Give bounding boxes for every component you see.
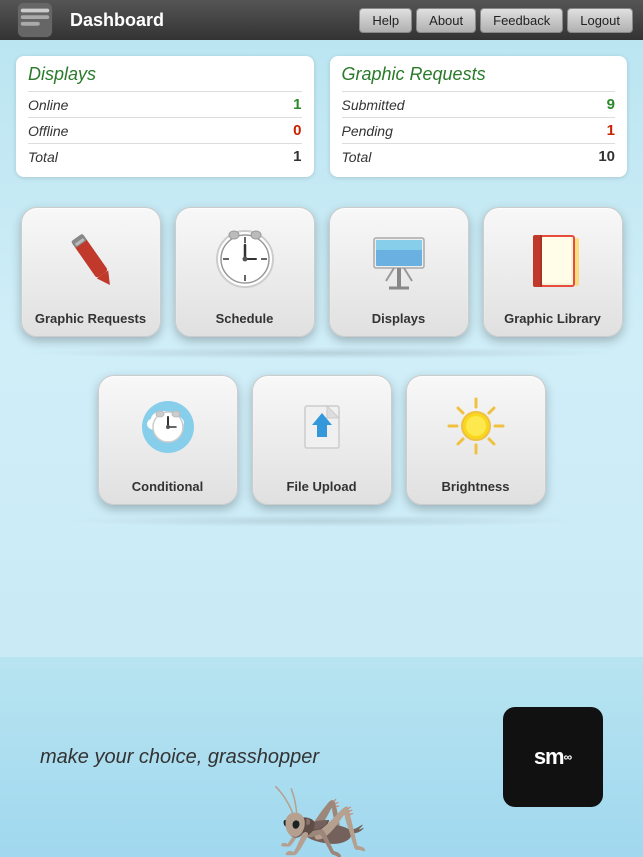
graphic-requests-title: Graphic Requests bbox=[342, 64, 616, 85]
page-title: Dashboard bbox=[70, 10, 359, 31]
displays-total-row: Total 1 bbox=[28, 143, 302, 169]
tile-displays[interactable]: Displays bbox=[329, 207, 469, 337]
tile-graphic-requests-label: Graphic Requests bbox=[35, 311, 146, 326]
gr-submitted-value: 9 bbox=[607, 96, 615, 113]
bottom-area: make your choice, grasshopper sm∞ 🦗 bbox=[0, 657, 643, 857]
gr-submitted-row: Submitted 9 bbox=[342, 91, 616, 117]
sm-logo: sm∞ bbox=[503, 707, 603, 807]
gr-pending-value: 1 bbox=[607, 122, 615, 139]
tiles-row-2: Conditional File Upload bbox=[0, 375, 643, 505]
displays-stats: Displays Online 1 Offline 0 Total 1 bbox=[16, 56, 314, 177]
row1-shadow bbox=[20, 347, 623, 359]
billboard-icon bbox=[359, 220, 439, 295]
tagline: make your choice, grasshopper bbox=[40, 746, 319, 769]
logout-button[interactable]: Logout bbox=[567, 8, 633, 33]
header: Dashboard Help About Feedback Logout bbox=[0, 0, 643, 40]
tile-brightness[interactable]: Brightness bbox=[406, 375, 546, 505]
gr-pending-row: Pending 1 bbox=[342, 117, 616, 143]
grasshopper-image: 🦗 bbox=[272, 777, 372, 857]
gr-total-label: Total bbox=[342, 149, 372, 165]
displays-online-value: 1 bbox=[293, 96, 301, 113]
tile-graphic-library[interactable]: Graphic Library bbox=[483, 207, 623, 337]
nav-buttons: Help About Feedback Logout bbox=[359, 8, 633, 33]
displays-offline-row: Offline 0 bbox=[28, 117, 302, 143]
about-button[interactable]: About bbox=[416, 8, 476, 33]
graphic-requests-stats: Graphic Requests Submitted 9 Pending 1 T… bbox=[330, 56, 628, 177]
gr-total-row: Total 10 bbox=[342, 143, 616, 169]
tile-schedule[interactable]: Schedule bbox=[175, 207, 315, 337]
tile-file-upload[interactable]: File Upload bbox=[252, 375, 392, 505]
feedback-button[interactable]: Feedback bbox=[480, 8, 563, 33]
displays-total-value: 1 bbox=[293, 148, 301, 165]
upload-icon bbox=[282, 388, 362, 463]
displays-offline-label: Offline bbox=[28, 123, 68, 139]
displays-online-label: Online bbox=[28, 97, 68, 113]
clock-icon bbox=[205, 220, 285, 295]
gr-total-value: 10 bbox=[598, 148, 615, 165]
pen-icon bbox=[51, 220, 131, 295]
tile-graphic-requests[interactable]: Graphic Requests bbox=[21, 207, 161, 337]
book-icon bbox=[513, 220, 593, 295]
conditional-clock-icon bbox=[128, 388, 208, 463]
tile-brightness-label: Brightness bbox=[442, 479, 510, 494]
tile-displays-label: Displays bbox=[372, 311, 425, 326]
gr-pending-label: Pending bbox=[342, 123, 393, 139]
displays-title: Displays bbox=[28, 64, 302, 85]
help-button[interactable]: Help bbox=[359, 8, 412, 33]
gr-submitted-label: Submitted bbox=[342, 97, 405, 113]
tile-conditional-label: Conditional bbox=[132, 479, 204, 494]
tile-conditional[interactable]: Conditional bbox=[98, 375, 238, 505]
stats-area: Displays Online 1 Offline 0 Total 1 Grap… bbox=[0, 40, 643, 187]
tile-file-upload-label: File Upload bbox=[286, 479, 356, 494]
tile-schedule-label: Schedule bbox=[216, 311, 274, 326]
displays-total-label: Total bbox=[28, 149, 58, 165]
displays-online-row: Online 1 bbox=[28, 91, 302, 117]
displays-offline-value: 0 bbox=[293, 122, 301, 139]
sun-icon bbox=[436, 388, 516, 463]
tiles-row-1: Graphic Requests Schedule bbox=[0, 207, 643, 337]
tile-graphic-library-label: Graphic Library bbox=[504, 311, 601, 326]
row2-shadow bbox=[60, 515, 583, 527]
app-logo bbox=[10, 1, 60, 39]
